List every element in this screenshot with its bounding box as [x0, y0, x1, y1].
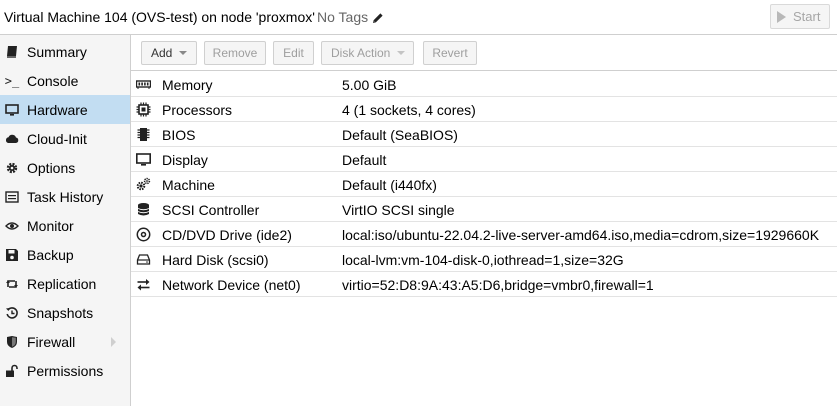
row-value: local:iso/ubuntu-22.04.2-live-server-amd…	[342, 227, 820, 243]
chevron-down-icon	[397, 51, 406, 55]
sidebar-item-backup[interactable]: Backup	[0, 240, 130, 269]
table-row[interactable]: Memory 5.00 GiB	[131, 72, 837, 97]
vm-header: Virtual Machine 104 (OVS-test) on node '…	[0, 0, 837, 35]
row-label: Machine	[162, 177, 215, 193]
table-row[interactable]: CD/DVD Drive (ide2) local:iso/ubuntu-22.…	[131, 222, 837, 247]
row-label: Processors	[162, 102, 233, 118]
sidebar-item-snapshots[interactable]: Snapshots	[0, 298, 130, 327]
remove-button[interactable]: Remove	[204, 41, 266, 65]
sidebar-item-cloud-init[interactable]: Cloud-Init	[0, 124, 130, 153]
row-value: Default (i440fx)	[342, 177, 437, 193]
page-title: Virtual Machine 104 (OVS-test) on node '…	[4, 9, 315, 25]
row-value: VirtIO SCSI single	[342, 202, 455, 218]
chevron-down-icon	[179, 51, 188, 55]
gear-icon	[4, 160, 20, 176]
tags-label: No Tags	[317, 9, 369, 25]
sidebar-item-label: Hardware	[27, 101, 88, 118]
row-value: virtio=52:D8:9A:43:A5:D6,bridge=vmbr0,fi…	[342, 277, 654, 293]
memory-icon	[136, 77, 151, 92]
start-button[interactable]: Start	[770, 4, 830, 29]
row-label: Network Device (net0)	[162, 277, 301, 293]
row-label: BIOS	[162, 127, 196, 143]
tags-editor[interactable]: No Tags	[317, 9, 384, 25]
row-label: Display	[162, 152, 208, 168]
list-icon	[4, 189, 20, 205]
book-icon	[4, 44, 20, 60]
table-row[interactable]: BIOS Default (SeaBIOS)	[131, 122, 837, 147]
floppy-icon	[4, 247, 20, 263]
revert-button[interactable]: Revert	[423, 41, 477, 65]
shield-icon	[4, 334, 20, 350]
add-button-label: Add	[151, 46, 173, 60]
sidebar-item-options[interactable]: Options	[0, 153, 130, 182]
row-value: local-lvm:vm-104-disk-0,iothread=1,size=…	[342, 252, 624, 268]
cpu-icon	[136, 102, 151, 117]
table-row[interactable]: Hard Disk (scsi0) local-lvm:vm-104-disk-…	[131, 247, 837, 272]
sidebar-item-label: Snapshots	[27, 304, 94, 321]
table-row[interactable]: Network Device (net0) virtio=52:D8:9A:43…	[131, 272, 837, 297]
sidebar-item-label: Console	[27, 72, 79, 89]
table-row[interactable]: SCSI Controller VirtIO SCSI single	[131, 197, 837, 222]
sidebar-item-replication[interactable]: Replication	[0, 269, 130, 298]
exchange-icon	[136, 277, 151, 292]
sidebar-item-firewall[interactable]: Firewall	[0, 327, 130, 356]
sidebar: Summary >_ Console Hardware Cloud-Init O…	[0, 35, 131, 406]
revert-button-label: Revert	[432, 46, 468, 60]
edit-button-label: Edit	[283, 46, 304, 60]
cogs-icon	[136, 177, 151, 192]
sidebar-item-label: Monitor	[27, 217, 74, 234]
remove-button-label: Remove	[212, 46, 258, 60]
sidebar-item-label: Summary	[27, 43, 87, 60]
desktop-icon	[4, 102, 20, 118]
sidebar-item-monitor[interactable]: Monitor	[0, 211, 130, 240]
hdd-icon	[136, 252, 151, 267]
table-row[interactable]: Machine Default (i440fx)	[131, 172, 837, 197]
sidebar-item-label: Permissions	[27, 362, 104, 379]
sidebar-item-task-history[interactable]: Task History	[0, 182, 130, 211]
microchip-icon	[136, 127, 151, 142]
unlock-icon	[4, 363, 20, 379]
table-row[interactable]: Processors 4 (1 sockets, 4 cores)	[131, 97, 837, 122]
row-label: Memory	[162, 77, 213, 93]
row-value: Default	[342, 152, 387, 168]
sidebar-item-label: Cloud-Init	[27, 130, 87, 147]
sidebar-item-label: Replication	[27, 275, 97, 292]
pencil-icon[interactable]	[372, 11, 384, 23]
disk-action-button-label: Disk Action	[331, 46, 391, 60]
cdrom-icon	[136, 227, 151, 242]
row-label: CD/DVD Drive (ide2)	[162, 227, 292, 243]
sidebar-item-permissions[interactable]: Permissions	[0, 356, 130, 385]
terminal-icon: >_	[4, 73, 20, 88]
add-button[interactable]: Add	[141, 41, 197, 65]
row-value: 5.00 GiB	[342, 77, 397, 93]
sidebar-item-label: Backup	[27, 246, 74, 263]
row-label: Hard Disk (scsi0)	[162, 252, 269, 268]
sidebar-item-hardware[interactable]: Hardware	[0, 95, 130, 124]
edit-button[interactable]: Edit	[273, 41, 314, 65]
row-value: Default (SeaBIOS)	[342, 127, 458, 143]
table-row[interactable]: Display Default	[131, 147, 837, 172]
disk-action-button[interactable]: Disk Action	[321, 41, 414, 65]
sidebar-item-label: Options	[27, 159, 76, 176]
cloud-icon	[4, 131, 20, 147]
play-icon	[777, 10, 786, 23]
chevron-right-icon[interactable]	[111, 337, 116, 347]
eye-icon	[4, 218, 20, 234]
sidebar-item-summary[interactable]: Summary	[0, 37, 130, 66]
sidebar-item-console[interactable]: >_ Console	[0, 66, 130, 95]
row-label: SCSI Controller	[162, 202, 260, 218]
sidebar-item-label: Firewall	[27, 333, 76, 350]
sidebar-item-label: Task History	[27, 188, 104, 205]
history-icon	[4, 305, 20, 321]
hardware-toolbar: Add Remove Edit Disk Action Revert	[131, 35, 837, 71]
start-button-label: Start	[793, 9, 821, 24]
row-value: 4 (1 sockets, 4 cores)	[342, 102, 476, 118]
database-icon	[136, 202, 151, 217]
monitor-icon	[136, 152, 151, 167]
retweet-icon	[4, 276, 20, 292]
